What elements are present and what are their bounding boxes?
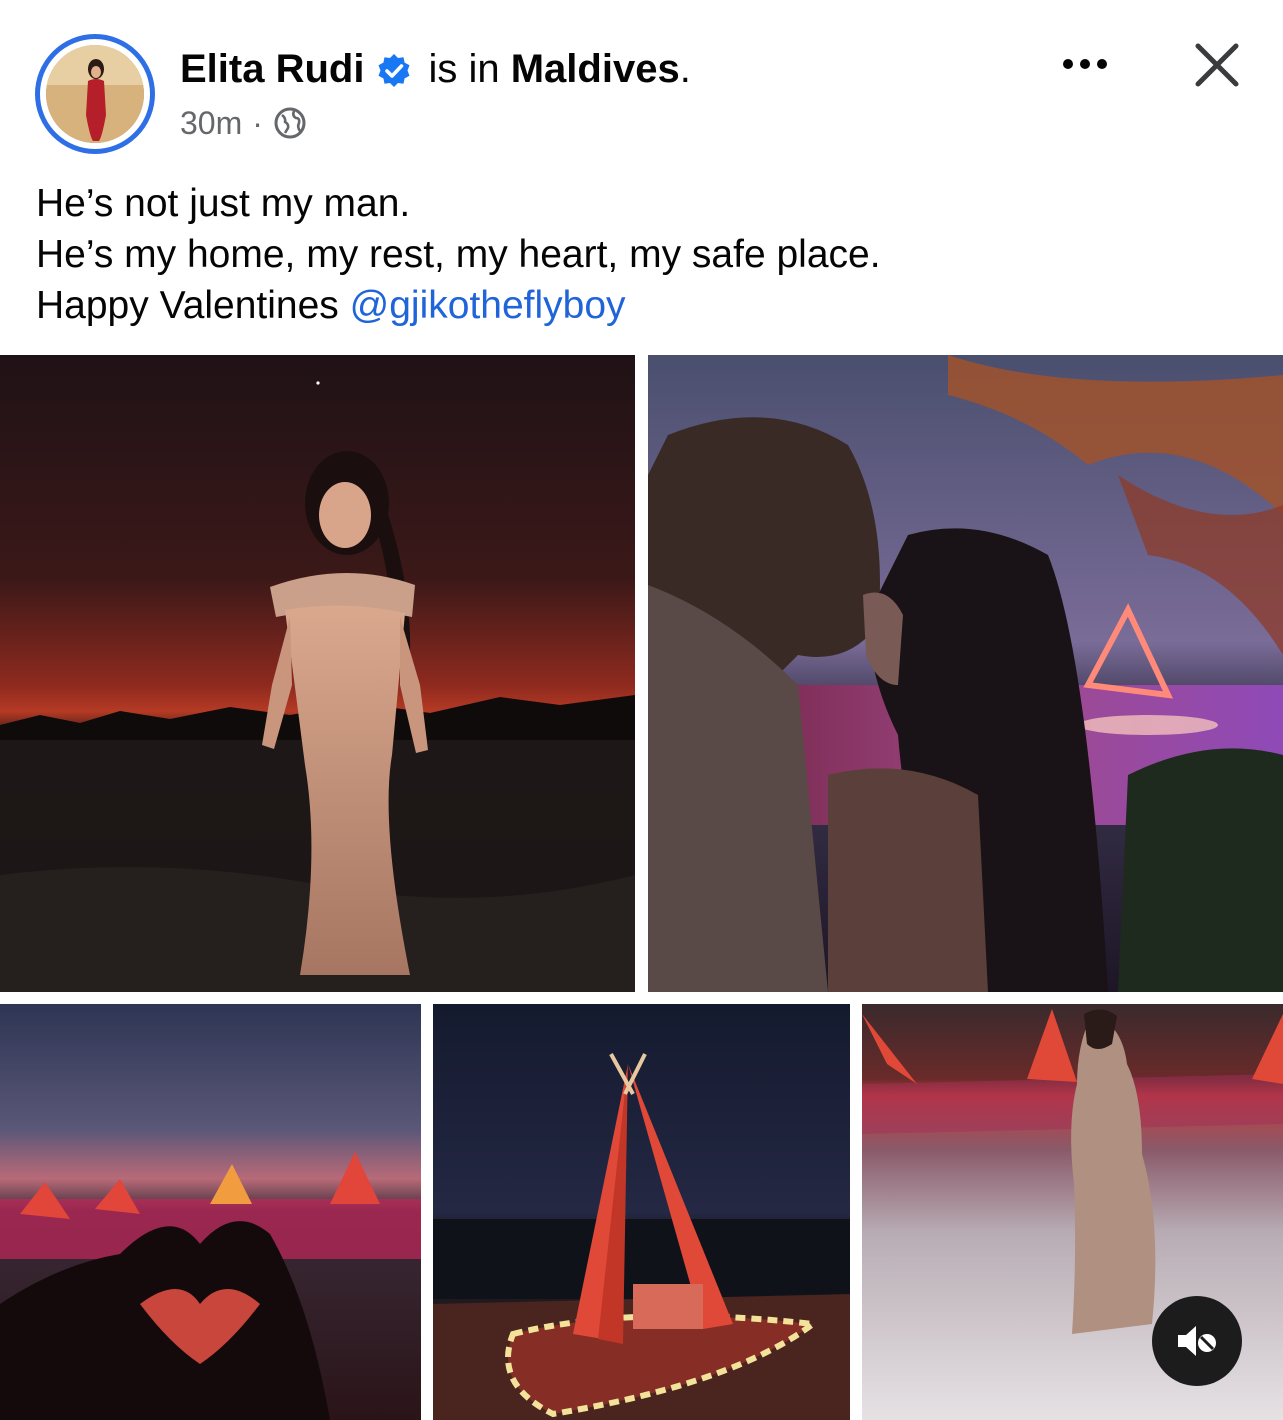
- verified-badge-icon: [376, 51, 412, 87]
- photo-2[interactable]: [648, 355, 1283, 992]
- caption-text: Happy Valentines: [36, 284, 350, 327]
- checkin-prefix: is in: [428, 47, 500, 91]
- caption-line: Happy Valentines @gjikotheflyboy: [36, 280, 881, 331]
- author-line: Elita Rudi is in Maldives .: [180, 44, 691, 94]
- close-icon[interactable]: [1190, 38, 1244, 92]
- photo-3[interactable]: [0, 1004, 421, 1420]
- mute-toggle-button[interactable]: [1152, 1296, 1242, 1386]
- more-options-icon[interactable]: [1056, 48, 1116, 80]
- globe-icon[interactable]: [273, 106, 307, 140]
- mention-link[interactable]: @gjikotheflyboy: [350, 284, 626, 327]
- checkin-place[interactable]: Maldives: [511, 44, 680, 94]
- post-header: Elita Rudi is in Maldives . 30m ·: [0, 0, 1283, 170]
- photo-4[interactable]: [433, 1004, 850, 1420]
- post-meta: 30m ·: [180, 103, 307, 143]
- checkin-suffix: .: [679, 47, 691, 91]
- caption-line: He’s not just my man.: [36, 182, 411, 225]
- photo-1[interactable]: [0, 355, 635, 992]
- meta-separator: ·: [252, 105, 263, 141]
- author-name[interactable]: Elita Rudi: [180, 44, 364, 94]
- post-caption: He’s not just my man. He’s my home, my r…: [36, 178, 881, 331]
- post-time[interactable]: 30m: [180, 103, 242, 143]
- caption-line: He’s my home, my rest, my heart, my safe…: [36, 233, 881, 276]
- muted-speaker-icon: [1178, 1326, 1216, 1356]
- author-avatar[interactable]: [35, 34, 155, 154]
- avatar-image: [46, 45, 144, 143]
